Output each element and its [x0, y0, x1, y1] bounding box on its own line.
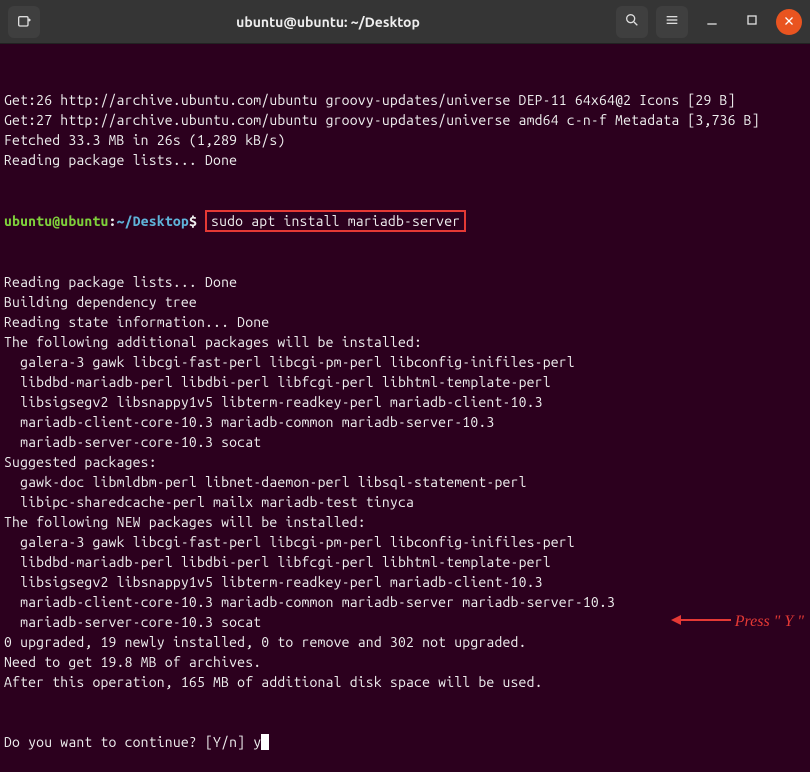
maximize-button[interactable]	[736, 6, 768, 38]
prompt-path: ~/Desktop	[117, 213, 189, 229]
annotation: Press " Y "	[671, 613, 804, 631]
output-line: Reading state information... Done	[4, 312, 804, 332]
output-line: Get:27 http://archive.ubuntu.com/ubuntu …	[4, 110, 804, 130]
continue-prompt: Do you want to continue? [Y/n] y	[4, 732, 804, 752]
arrow-left-icon	[671, 613, 731, 631]
output-line: mariadb-server-core-10.3 socat	[4, 432, 804, 452]
output-line: mariadb-client-core-10.3 mariadb-common …	[4, 592, 804, 612]
close-icon	[783, 14, 795, 30]
output-line: libsigsegv2 libsnappy1v5 libterm-readkey…	[4, 392, 804, 412]
new-tab-button[interactable]	[8, 6, 40, 38]
cursor	[261, 734, 269, 750]
output-line: Suggested packages:	[4, 452, 804, 472]
output-line: The following additional packages will b…	[4, 332, 804, 352]
output-line: galera-3 gawk libcgi-fast-perl libcgi-pm…	[4, 532, 804, 552]
hamburger-icon	[664, 12, 680, 31]
annotation-text: Press " Y "	[735, 613, 804, 631]
output-line: Reading package lists... Done	[4, 150, 804, 170]
terminal-output[interactable]: Get:26 http://archive.ubuntu.com/ubuntu …	[0, 44, 810, 772]
output-line: Need to get 19.8 MB of archives.	[4, 652, 804, 672]
search-button[interactable]	[616, 6, 648, 38]
output-line: libipc-sharedcache-perl mailx mariadb-te…	[4, 492, 804, 512]
output-line: Reading package lists... Done	[4, 272, 804, 292]
output-line: Get:26 http://archive.ubuntu.com/ubuntu …	[4, 90, 804, 110]
prompt-user: ubuntu@ubuntu	[4, 213, 109, 229]
maximize-icon	[744, 12, 760, 31]
prompt-line: ubuntu@ubuntu:~/Desktop$ sudo apt instal…	[4, 210, 804, 232]
window-title: ubuntu@ubuntu: ~/Desktop	[48, 14, 608, 30]
output-line: After this operation, 165 MB of addition…	[4, 672, 804, 692]
output-line: The following NEW packages will be insta…	[4, 512, 804, 532]
output-line: gawk-doc libmldbm-perl libnet-daemon-per…	[4, 472, 804, 492]
output-line: 0 upgraded, 19 newly installed, 0 to rem…	[4, 632, 804, 652]
titlebar: ubuntu@ubuntu: ~/Desktop	[0, 0, 810, 44]
menu-button[interactable]	[656, 6, 688, 38]
output-line: Fetched 33.3 MB in 26s (1,289 kB/s)	[4, 130, 804, 150]
user-answer: y	[253, 734, 261, 750]
output-line: libsigsegv2 libsnappy1v5 libterm-readkey…	[4, 572, 804, 592]
command-highlight: sudo apt install mariadb-server	[205, 210, 466, 232]
output-line: mariadb-client-core-10.3 mariadb-common …	[4, 412, 804, 432]
minimize-button[interactable]	[696, 6, 728, 38]
output-line: libdbd-mariadb-perl libdbi-perl libfcgi-…	[4, 552, 804, 572]
output-line: Building dependency tree	[4, 292, 804, 312]
output-line: libdbd-mariadb-perl libdbi-perl libfcgi-…	[4, 372, 804, 392]
search-icon	[624, 12, 640, 31]
close-button[interactable]	[776, 9, 802, 35]
minimize-icon	[704, 12, 720, 31]
output-line: galera-3 gawk libcgi-fast-perl libcgi-pm…	[4, 352, 804, 372]
command-text: sudo apt install mariadb-server	[211, 213, 460, 229]
